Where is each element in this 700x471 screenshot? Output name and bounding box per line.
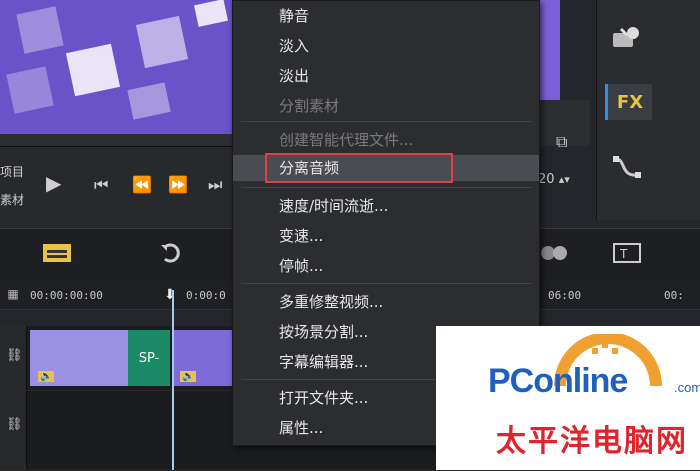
media-library-icon[interactable] [605,20,649,56]
play-icon[interactable]: ▶ [46,171,61,195]
menu-item-split-clip: 分割素材 [279,97,340,115]
ruler-timecode-2: 0:00:0 [186,289,226,302]
menu-item-create-proxy: 创建智能代理文件... [279,131,414,149]
ruler-timecode-4: 00: [664,289,684,302]
playback-controls: 项目 素材 ▶ ⏮ ⏪ ⏩ ⏭ [0,147,232,227]
home-icon[interactable]: ⏮ [94,175,108,195]
menu-item-fade-out[interactable]: 淡出 [233,63,539,89]
menu-item-variable-speed[interactable]: 变速... [233,223,539,249]
previous-frame-icon[interactable]: ⏪ [132,175,152,194]
undo-icon[interactable] [156,239,186,267]
video-clip-1[interactable]: 🔈 [30,330,128,386]
next-frame-icon[interactable]: ⏩ [168,175,188,194]
playhead-line[interactable] [172,290,174,470]
svg-text:T: T [619,247,628,261]
watermark-brand: PConline [488,362,628,400]
video-clip-2[interactable]: 🔈 [172,330,232,386]
watermark-domain: .com [674,380,700,395]
menu-separator [241,121,531,122]
library-side-panel: FX [596,0,700,220]
transition-block[interactable]: SP- [128,330,170,386]
menu-separator [241,283,531,284]
timecode-field[interactable]: 20 ▴▾ [538,172,570,187]
menu-item-speed-time-lapse[interactable]: 速度/时间流逝... [233,193,539,219]
link-icon[interactable]: ⛓ [6,348,23,363]
video-preview [0,0,232,134]
ruler-timecode-3: 06:00 [548,289,582,302]
spin-arrows-icon[interactable]: ▴▾ [559,173,570,186]
highlight-box [265,153,453,183]
watermark-chinese: 太平洋电脑网 [496,424,688,459]
path-motion-icon[interactable] [605,150,649,186]
title-icon[interactable]: T [612,239,642,267]
track-manager-icon[interactable]: ▦ [0,287,26,301]
pconline-watermark: PConline .com 太平洋电脑网 [436,326,700,470]
ruler-timecode-start: 00:00:00:00 [30,289,103,302]
video-preview-edge [538,0,560,100]
copy-icon[interactable]: ⧉ [556,132,567,152]
preview-controls-right: ⧉ [538,100,590,151]
menu-item-multi-trim[interactable]: 多重修整视频... [233,289,539,315]
end-icon[interactable]: ⏭ [208,175,222,195]
overlay-track-header[interactable]: ⛓ [0,391,27,470]
menu-item-mute[interactable]: 静音 [233,3,539,29]
clip-mode-label[interactable]: 素材 [0,191,24,208]
preview-scrubber[interactable] [0,134,232,147]
project-mode-label[interactable]: 项目 [0,163,24,180]
video-track-header[interactable]: ⛓ [0,326,27,390]
record-capture-icon[interactable] [540,239,570,267]
fx-filter-button[interactable]: FX [605,84,652,120]
link-icon[interactable]: ⛓ [6,417,23,432]
menu-separator [241,187,531,188]
storyboard-view-icon[interactable] [42,239,72,267]
audio-speaker-icon: 🔈 [38,371,55,382]
menu-item-fade-in[interactable]: 淡入 [233,33,539,59]
menu-item-freeze-frame[interactable]: 停帧... [233,253,539,279]
audio-speaker-icon: 🔈 [180,371,197,382]
